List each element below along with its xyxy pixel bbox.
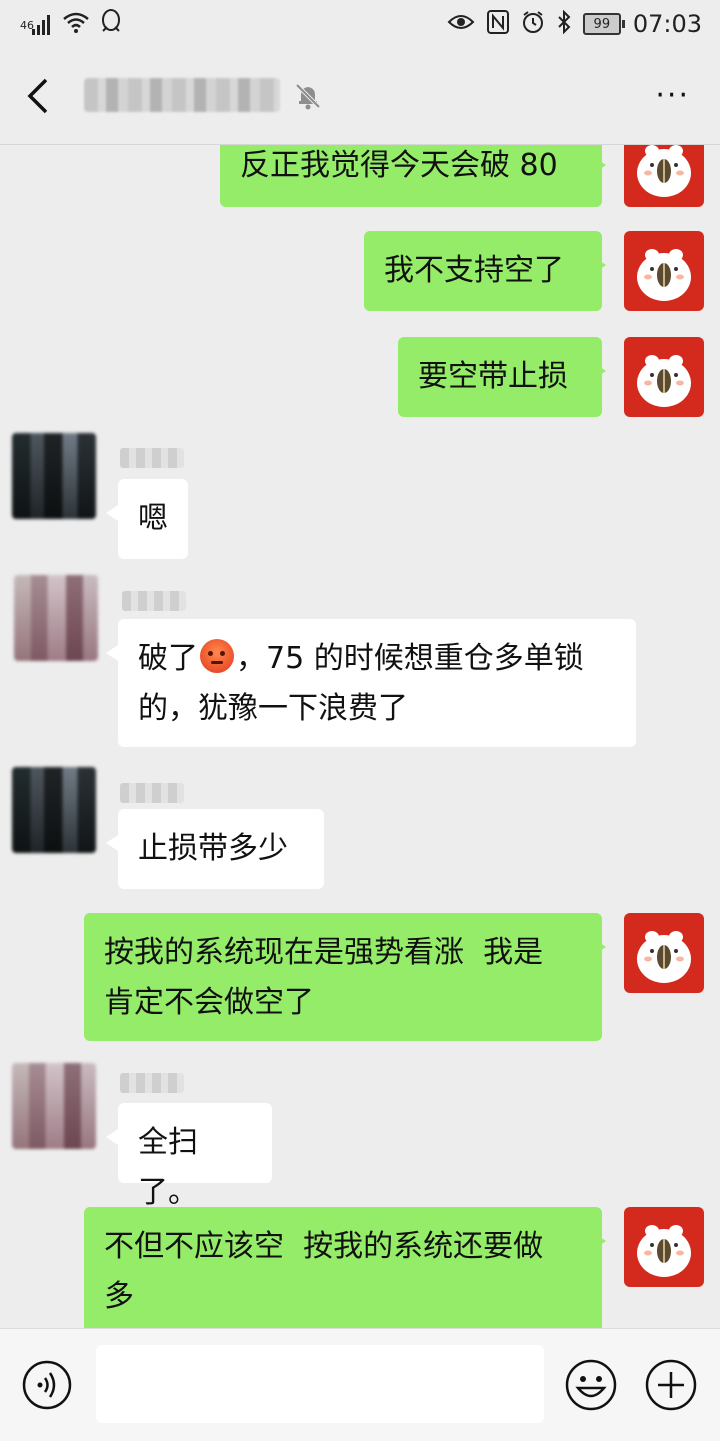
more-options-button[interactable]: ··· [655,81,690,111]
message-text: 反正我觉得今天会破 80 [240,148,558,183]
message-text: 嗯 [138,501,168,536]
message-bubble[interactable]: 我不支持空了 [364,231,606,311]
message-line-1: 破了 ，75 的时候想重仓多单锁 [138,634,616,684]
message-input[interactable] [96,1345,544,1423]
message-bubble[interactable]: 按我的系统现在是强势看涨 我是 肯定不会做空了 [84,913,606,1041]
my-avatar[interactable] [624,1207,704,1287]
message-line-1: 不但不应该空 按我的系统还要做 [104,1229,544,1264]
sender-name-blurred [122,591,186,611]
status-bar: 46 99 07:03 [0,0,720,48]
plus-icon[interactable] [644,1358,698,1412]
my-avatar[interactable] [624,913,704,993]
bell-off-icon [294,82,322,114]
message-bubble[interactable]: 破了 ，75 的时候想重仓多单锁 的，犹豫一下浪费了 [106,619,636,747]
message-line-2: 的，犹豫一下浪费了 [138,684,616,734]
clock-time: 07:03 [632,10,702,38]
message-bubble[interactable]: 止损带多少 [106,809,324,889]
sender-name-blurred [120,783,184,803]
message-line-1: 按我的系统现在是强势看涨 我是 [104,935,544,970]
message-text: 止损带多少 [138,831,288,866]
my-avatar[interactable] [624,231,704,311]
status-bar-right: 99 07:03 [447,0,702,48]
chat-message-list[interactable]: 反正我觉得今天会破 80 我不支持空了 要空带止损 嗯 破了 ，75 的时候想重… [0,145,720,1328]
chat-title-blurred [84,78,280,112]
message-line-2: 多 [104,1279,134,1314]
voice-icon[interactable] [22,1360,72,1410]
message-text: 破了 [138,641,198,676]
message-bubble[interactable]: 要空带止损 [398,337,606,417]
message-bubble[interactable]: 反正我觉得今天会破 80 [220,145,606,207]
nfc-icon [486,10,509,38]
alarm-icon [521,10,545,38]
smiley-icon[interactable] [564,1358,618,1412]
message-input-bar [0,1328,720,1441]
message-text: ，75 的时候想重仓多单锁 [236,641,584,676]
eye-icon [447,12,475,36]
my-avatar[interactable] [624,337,704,417]
contact-avatar-blurred[interactable] [12,433,96,519]
message-bubble[interactable]: 全扫了。 [106,1103,272,1210]
message-text: 要空带止损 [418,359,568,394]
wifi-icon [62,10,90,38]
hamster-avatar-icon [637,931,691,983]
hamster-avatar-icon [637,1225,691,1277]
bluetooth-icon [557,9,571,38]
chevron-left-icon[interactable] [22,72,62,120]
my-avatar[interactable] [624,145,704,207]
hamster-avatar-icon [637,145,691,197]
status-bar-left: 46 [18,0,122,48]
contact-avatar-blurred[interactable] [12,767,96,853]
signal-icon: 46 [18,9,52,39]
sender-name-blurred [120,1073,184,1093]
hamster-avatar-icon [637,355,691,407]
message-text: 我不支持空了 [384,253,564,288]
angry-face-emoji [200,639,234,673]
message-line-2: 肯定不会做空了 [104,985,314,1020]
message-bubble[interactable]: 不但不应该空 按我的系统还要做 多 [84,1207,606,1328]
battery-icon: 99 [582,13,625,35]
network-type: 46 [20,19,34,32]
contact-avatar-blurred[interactable] [12,1063,96,1149]
sender-name-blurred [120,448,184,468]
qq-icon [100,9,122,39]
contact-avatar-blurred[interactable] [14,575,98,661]
chat-header: ··· [0,48,720,145]
message-text: 的，犹豫一下浪费了 [138,691,408,726]
hamster-avatar-icon [637,249,691,301]
message-text: 全扫了。 [138,1125,198,1210]
message-bubble[interactable]: 嗯 [106,479,188,559]
